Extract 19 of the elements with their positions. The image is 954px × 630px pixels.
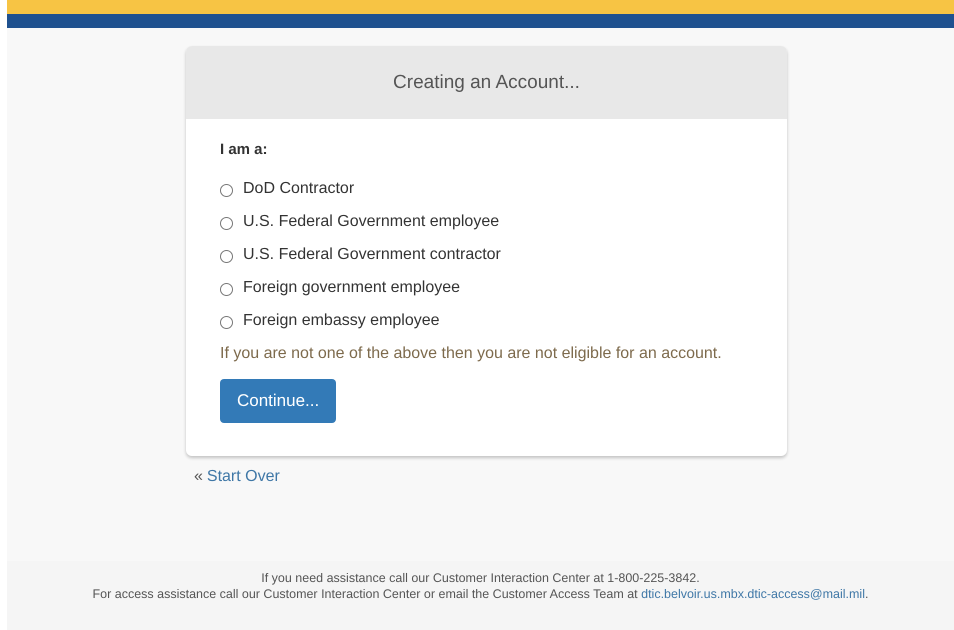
back-chevron: « bbox=[194, 468, 203, 486]
start-over-link[interactable]: Start Over bbox=[206, 468, 280, 486]
radio-button[interactable] bbox=[220, 217, 233, 230]
radio-button[interactable] bbox=[220, 283, 233, 296]
option-label[interactable]: U.S. Federal Government contractor bbox=[243, 246, 501, 264]
radio-button[interactable] bbox=[220, 250, 233, 263]
radio-button[interactable] bbox=[220, 184, 233, 197]
option-label[interactable]: U.S. Federal Government employee bbox=[243, 212, 500, 230]
continue-button[interactable]: Continue... bbox=[220, 379, 336, 423]
question-label: I am a: bbox=[220, 141, 269, 158]
option-label[interactable]: DoD Contractor bbox=[243, 180, 354, 198]
eligibility-notice: If you are not one of the above then you are not eligible for an account. bbox=[220, 345, 723, 363]
option-label[interactable]: Foreign government employee bbox=[243, 278, 460, 296]
footer-text: If you need assistance call our Customer Interaction Center at 1-800-225-3842. bbox=[260, 571, 701, 585]
option-label[interactable]: Foreign embassy employee bbox=[243, 312, 440, 330]
radio-button[interactable] bbox=[220, 316, 233, 329]
email-link[interactable]: dtic.belvoir.us.mbx.dtic-access@mail.mil bbox=[641, 587, 865, 601]
footer-text: For access assistance call our Customer Interaction Center or email the Customer Access Team at dtic.belvoir.us.mbx.dtic-access@mail.mil. bbox=[92, 587, 870, 601]
card-title: Creating an Account... bbox=[393, 72, 580, 94]
